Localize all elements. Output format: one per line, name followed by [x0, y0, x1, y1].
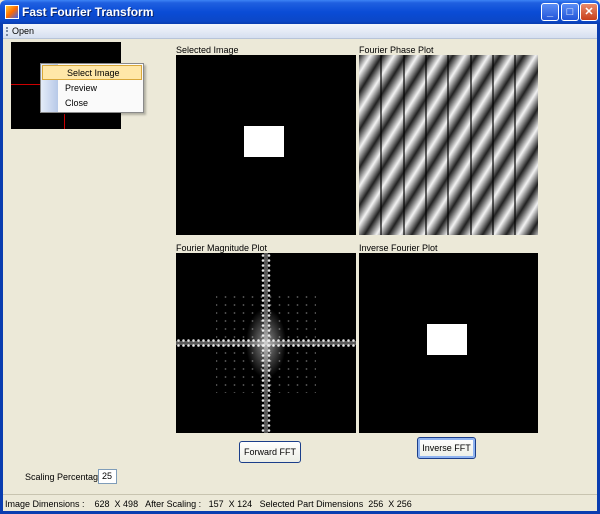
window-title: Fast Fourier Transform: [22, 5, 154, 19]
selected-image-panel: [176, 55, 356, 235]
inverse-image-rectangle: [427, 324, 467, 355]
fourier-phase-panel: [359, 55, 538, 235]
inverse-fft-button[interactable]: Inverse FFT: [417, 437, 476, 459]
fourier-phase-label: Fourier Phase Plot: [359, 45, 434, 55]
fourier-magnitude-panel: [176, 253, 356, 433]
inverse-fourier-label: Inverse Fourier Plot: [359, 243, 438, 253]
scaling-percentage-input[interactable]: 25: [98, 469, 117, 484]
menu-strip: Open: [3, 24, 597, 39]
context-menu-close[interactable]: Close: [41, 96, 143, 111]
menu-open[interactable]: Open: [12, 26, 34, 36]
minimize-button[interactable]: _: [541, 3, 559, 21]
fourier-magnitude-plot: [176, 253, 356, 433]
app-icon[interactable]: [5, 5, 19, 19]
selected-image-rectangle: [244, 126, 284, 157]
status-text: Image Dimensions : 628 X 498 After Scali…: [5, 499, 412, 509]
scaling-percentage-label: Scaling Percentage: [25, 472, 104, 482]
selected-image-label: Selected Image: [176, 45, 239, 55]
inverse-fourier-panel: [359, 253, 538, 433]
fourier-phase-plot: [359, 55, 538, 235]
fourier-magnitude-label: Fourier Magnitude Plot: [176, 243, 268, 253]
maximize-button[interactable]: □: [561, 3, 579, 21]
context-menu-preview[interactable]: Preview: [41, 81, 143, 96]
context-menu: Select Image Preview Close: [40, 63, 144, 113]
status-bar: Image Dimensions : 628 X 498 After Scali…: [3, 494, 597, 511]
title-bar[interactable]: Fast Fourier Transform _ □ ✕: [0, 0, 600, 24]
menu-grip[interactable]: [6, 27, 8, 36]
context-menu-select-image[interactable]: Select Image: [42, 65, 142, 80]
crosshair-vertical: [64, 114, 65, 129]
close-button[interactable]: ✕: [580, 3, 598, 21]
forward-fft-button[interactable]: Forward FFT: [239, 441, 301, 463]
